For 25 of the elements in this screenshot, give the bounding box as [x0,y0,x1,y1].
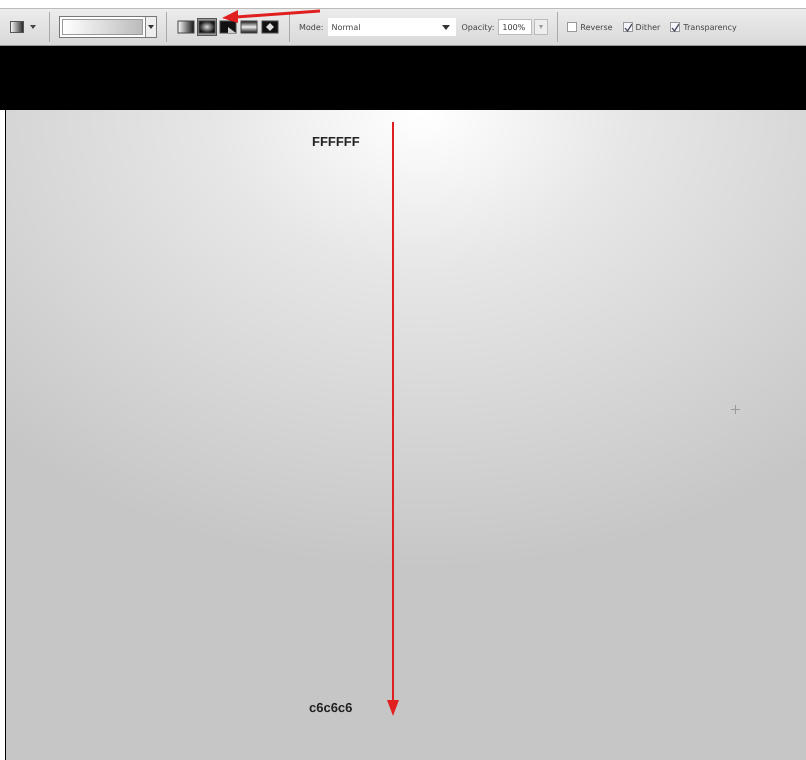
gradient-picker[interactable] [59,16,157,38]
color-label: FFFFFF [312,134,360,149]
caret-icon [30,25,36,29]
checkbox[interactable] [670,22,680,32]
mode-label: Mode: [299,22,324,32]
crosshair-icon [731,405,740,414]
opacity-field[interactable]: 100% [498,19,532,35]
caret-icon [442,24,450,30]
reflected-gradient-button[interactable] [239,18,259,36]
checkbox-label: Reverse [580,22,613,32]
gradient-swatch-icon [10,21,24,33]
opacity-label: Opacity: [462,22,494,32]
linear-gradient-button[interactable] [176,18,196,36]
checkbox[interactable] [622,22,633,32]
checkbox[interactable] [567,22,578,32]
angle-gradient-button[interactable] [218,18,238,36]
caret-icon [539,25,544,29]
opacity-slider-button[interactable] [534,19,548,35]
mode-dropdown[interactable]: Normal [328,18,456,36]
caret-icon [148,25,154,29]
checkbox-label: Transparency [683,22,737,32]
checkbox-label: Dither [636,22,660,32]
diamond-gradient-button[interactable] [260,18,280,36]
color-label: c6c6c6 [309,700,352,715]
radial-gradient-button[interactable] [197,18,217,36]
